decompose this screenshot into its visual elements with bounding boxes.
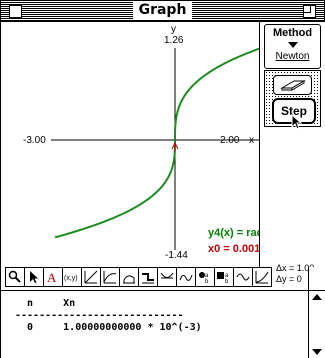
vertical-scrollbar[interactable]	[308, 290, 325, 358]
x-axis-name: x	[249, 135, 254, 146]
intersection-tool[interactable]	[157, 267, 177, 287]
text-a-icon: A	[47, 270, 57, 284]
x0-legend: x0 = 0.001	[208, 243, 261, 255]
scroll-corner	[308, 267, 325, 290]
x-min-label: -3.00	[23, 135, 46, 146]
scroll-down-arrow-icon[interactable]	[312, 349, 322, 355]
y-max-label: 1.26	[164, 35, 184, 46]
zoom-box[interactable]	[303, 5, 316, 18]
arrow-pointer-icon	[30, 271, 38, 283]
table-tool[interactable]: ab	[195, 267, 215, 287]
wave-icon	[236, 273, 250, 281]
graph-curve-icon	[255, 271, 269, 284]
method-title: Method	[272, 27, 313, 39]
zoom-box-tool[interactable]: ab	[214, 267, 234, 287]
svg-text:A: A	[47, 270, 57, 284]
newton-tool[interactable]	[138, 267, 158, 287]
eraser-button[interactable]	[273, 75, 312, 95]
svg-text:b: b	[205, 279, 209, 284]
intersection-icon	[160, 272, 174, 279]
right-panel: Method Newton Step Δx = 1.00 Δy = 0	[259, 22, 325, 284]
y-min-label: -1.44	[165, 250, 188, 261]
zoom-box-icon: ab	[217, 272, 229, 284]
graph-area[interactable]: y 1.26 -3.00 2.00 x -1.44 y4(x) = rad(3,…	[1, 22, 289, 266]
method-selector[interactable]: Method Newton	[264, 24, 321, 69]
x0-marker	[171, 141, 179, 152]
method-value: Newton	[275, 51, 310, 62]
delta-y-readout: Δy = 0	[276, 274, 302, 284]
tangent-tool[interactable]	[100, 267, 120, 287]
close-box[interactable]	[9, 5, 22, 18]
cursor-arrow-icon	[291, 114, 303, 130]
coordinate-tool[interactable]: (x,y)	[62, 267, 82, 287]
magnifier-icon	[8, 270, 21, 283]
title-bar[interactable]: Graph	[1, 1, 324, 22]
zoom-tool[interactable]	[5, 267, 25, 287]
text-tool[interactable]: A	[43, 267, 63, 287]
pointer-tool[interactable]	[24, 267, 44, 287]
wave-tool[interactable]	[233, 267, 253, 287]
table-header: n Xn	[15, 298, 76, 309]
newton-step-icon	[142, 273, 154, 284]
x-max-label: 2.00	[220, 135, 240, 146]
graph-window: Graph y 1.26 -3.00 2.00 x -1.44 y4(x) = …	[0, 0, 325, 358]
eraser-icon	[280, 80, 306, 91]
tangent-icon	[103, 271, 117, 284]
svg-text:b: b	[225, 279, 229, 284]
line-icon	[84, 270, 98, 284]
step-panel: Step	[264, 70, 321, 130]
results-table: n Xn ---------------------------- 0 1.00…	[1, 290, 308, 358]
line-tool[interactable]	[81, 267, 101, 287]
integral-tool[interactable]	[119, 267, 139, 287]
area-icon	[123, 275, 135, 284]
trace-tool[interactable]	[176, 267, 196, 287]
tool-palette: A (x,y) ab ab	[5, 267, 272, 287]
window-title: Graph	[132, 2, 193, 19]
table-row: 0 1.00000000000 * 10^(-3)	[15, 322, 202, 333]
trace-icon	[179, 274, 193, 281]
scroll-up-arrow-icon[interactable]	[312, 294, 322, 300]
graph-tool[interactable]	[252, 267, 272, 287]
table-divider: ----------------------------	[15, 310, 184, 321]
coordinates-icon: (x,y)	[64, 275, 78, 282]
y-axis-name: y	[171, 24, 176, 35]
dropdown-arrow-icon	[288, 42, 298, 48]
table-ab-icon: ab	[199, 272, 209, 284]
svg-text:(x,y): (x,y)	[64, 275, 78, 282]
